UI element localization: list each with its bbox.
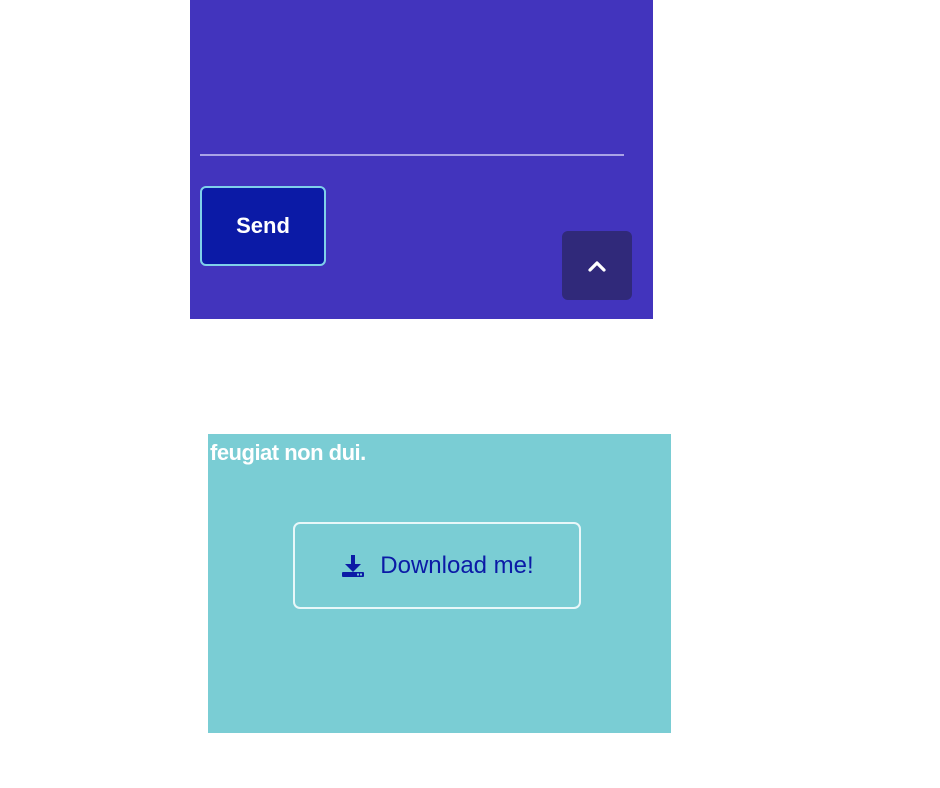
download-button-label: Download me! bbox=[380, 551, 534, 579]
back-to-top-button[interactable] bbox=[562, 231, 632, 300]
download-section: feugiat non dui. Download me! bbox=[208, 434, 671, 733]
send-button[interactable]: Send bbox=[200, 186, 326, 266]
contact-form-panel: Send bbox=[190, 0, 653, 319]
section-text: feugiat non dui. bbox=[210, 440, 366, 465]
download-icon bbox=[340, 553, 366, 579]
download-button[interactable]: Download me! bbox=[293, 522, 581, 609]
message-input-underline[interactable] bbox=[200, 154, 624, 156]
page: Send feugiat non dui. Download me! bbox=[0, 0, 940, 788]
chevron-up-icon bbox=[587, 259, 607, 273]
